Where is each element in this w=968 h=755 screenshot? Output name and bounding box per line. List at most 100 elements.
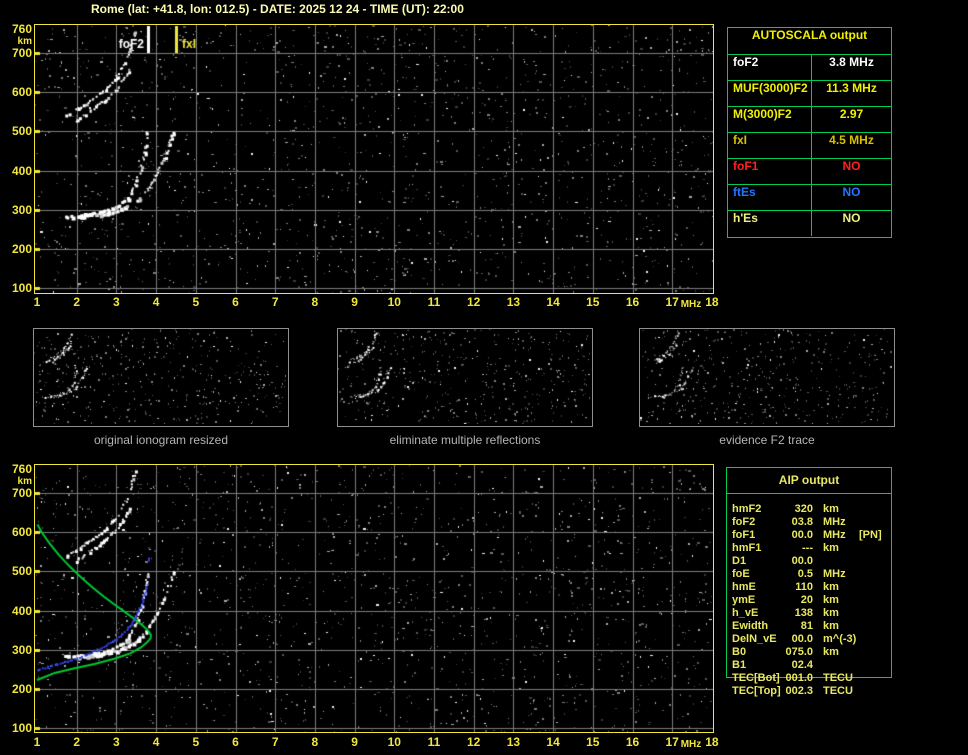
aip-row-hmf1: hmF1 --- km	[727, 542, 891, 555]
aip-row-hmf2: hmF2 320 km	[727, 503, 891, 516]
aip-row-unit: km	[823, 581, 839, 593]
aip-row-unit: km	[823, 607, 839, 619]
thumbnail-caption-eliminate: eliminate multiple reflections	[389, 433, 541, 447]
y-tick-label: 400	[11, 603, 32, 618]
aip-row-value: 110	[795, 581, 813, 593]
aip-row-label: DelN_vE	[732, 633, 777, 645]
autoscala-row-m3000f2: M(3000)F2 2.97	[728, 107, 891, 133]
aip-row-unit: km	[823, 542, 839, 554]
autoscala-row-fof1: foF1 NO	[728, 159, 891, 185]
x-tick-label: 16	[625, 735, 640, 749]
x-tick-label: 16	[625, 295, 640, 309]
x-tick-label: 14	[546, 295, 560, 309]
y-tick-label: 100	[11, 281, 32, 296]
aip-row-label: hmE	[732, 581, 756, 593]
y-tick-label: 700	[11, 46, 32, 60]
aip-row-d1: D1 00.0	[727, 555, 891, 568]
aip-row-label: D1	[732, 555, 747, 567]
y-tick-label: 700	[11, 486, 32, 500]
y-tick-label: 600	[11, 85, 32, 100]
y-axis-unit-label: km	[17, 476, 32, 488]
y-tick-label: 760	[11, 462, 32, 477]
x-tick-label: 13	[506, 735, 521, 749]
x-tick-label: 12	[467, 735, 481, 749]
aip-row-unit	[823, 555, 857, 568]
aip-row-unit: m^(-3)	[823, 633, 857, 645]
aip-row-label: ymE	[732, 594, 756, 606]
thumbnail-original-ionogram-canvas	[34, 329, 286, 424]
autoscala-row-label: fxI	[728, 133, 812, 158]
aip-row-b1: B1 02.4	[727, 659, 891, 672]
x-tick-label: 7	[271, 295, 279, 309]
aip-row-label: foF1	[732, 529, 756, 541]
aip-row-value: 00.0	[791, 633, 813, 645]
autoscala-row-label: ftEs	[728, 185, 812, 210]
aip-row-value: 02.4	[791, 659, 813, 671]
thumbnail-eliminate-reflections	[337, 328, 593, 427]
autoscala-row-label: foF1	[728, 159, 812, 184]
autoscala-row-hes: h'Es NO	[728, 211, 891, 236]
autoscala-row-fof2: foF2 3.8 MHz	[728, 55, 891, 81]
y-tick-label: 500	[11, 124, 32, 139]
aip-table-rows: hmF2 320 km foF2 03.8 MHz foF1 00.0 MHz [PN] hmF1 -…	[727, 494, 891, 698]
aip-row-tecbot: TEC[Bot] 001.0 TECU	[727, 672, 891, 685]
thumbnail-eliminate-reflections-canvas	[338, 329, 590, 424]
autoscala-output-table: AUTOSCALA output foF2 3.8 MHz MUF(3000)F2 1…	[727, 27, 892, 238]
aip-row-value: 00.0	[791, 529, 813, 541]
autoscala-row-label: foF2	[728, 55, 812, 80]
aip-row-hve: h_vE 138 km	[727, 607, 891, 620]
aip-row-value: 20	[800, 594, 813, 606]
x-tick-label: 2	[73, 295, 81, 309]
aip-row-unit: MHz	[823, 516, 846, 528]
aip-row-value: 0.5	[797, 568, 813, 580]
recorded-ionogram-plot	[34, 24, 714, 294]
aip-row-value: 138	[794, 607, 813, 619]
thumbnail-caption-original: original ionogram resized	[93, 433, 229, 447]
aip-row-unit: TECU	[823, 685, 853, 697]
aip-row-unit: km	[823, 594, 839, 606]
y-tick-label: 760	[11, 22, 32, 37]
aip-row-label: TEC[Top]	[732, 685, 781, 697]
aip-row-hme: hmE 110 km	[727, 581, 891, 594]
y-tick-label: 200	[11, 242, 32, 256]
aip-row-unit: TECU	[823, 672, 853, 684]
autoscala-row-value: NO	[842, 159, 861, 173]
aip-row-label: B0	[732, 646, 747, 658]
x-tick-label: 2	[73, 735, 81, 749]
aip-row-unit	[823, 659, 857, 672]
y-axis-unit-label: km	[17, 36, 32, 48]
thumbnail-evidence-f2-trace	[639, 328, 895, 427]
aip-row-unit: km	[823, 620, 839, 632]
y-tick-label: 300	[11, 202, 32, 217]
autoscala-row-value: 3.8 MHz	[829, 55, 874, 69]
x-tick-label: 6	[232, 735, 239, 749]
thumbnail-caption-evidence: evidence F2 trace	[719, 433, 815, 447]
thumbnail-evidence-f2-trace-canvas	[640, 329, 892, 424]
x-axis-unit-label: MHz	[680, 739, 702, 750]
x-tick-label: 15	[586, 295, 600, 309]
x-tick-label: 11	[427, 295, 441, 309]
x-tick-label: 9	[351, 735, 358, 749]
aip-row-value: 320	[794, 503, 813, 515]
x-tick-label: 6	[232, 295, 239, 309]
aip-row-ewidth: Ewidth 81 km	[727, 620, 891, 633]
aip-row-value: 81	[800, 620, 813, 632]
autoscala-row-muf3000f2: MUF(3000)F2 11.3 MHz	[728, 81, 891, 107]
aip-row-label: h_vE	[732, 607, 759, 619]
aip-row-label: foE	[732, 568, 750, 580]
aip-row-label: foF2	[732, 516, 756, 528]
aip-row-b0: B0 075.0 km	[727, 646, 891, 659]
x-tick-label: 10	[387, 295, 401, 309]
x-tick-label: 3	[113, 735, 120, 749]
x-tick-label: 7	[271, 735, 279, 749]
x-tick-label: 15	[586, 735, 600, 749]
station-date-time-title: Rome (lat: +41.8, lon: 012.5) - DATE: 20…	[91, 2, 464, 16]
x-tick-label: 3	[113, 295, 120, 309]
x-tick-label: 10	[387, 735, 401, 749]
aip-row-unit: MHz	[823, 529, 846, 541]
x-axis-unit-label: MHz	[680, 299, 702, 310]
aip-row-value: 03.8	[791, 516, 813, 528]
aip-row-value: 00.0	[791, 555, 813, 567]
aip-row-note: [PN]	[859, 529, 882, 541]
y-tick-label: 500	[11, 564, 32, 579]
